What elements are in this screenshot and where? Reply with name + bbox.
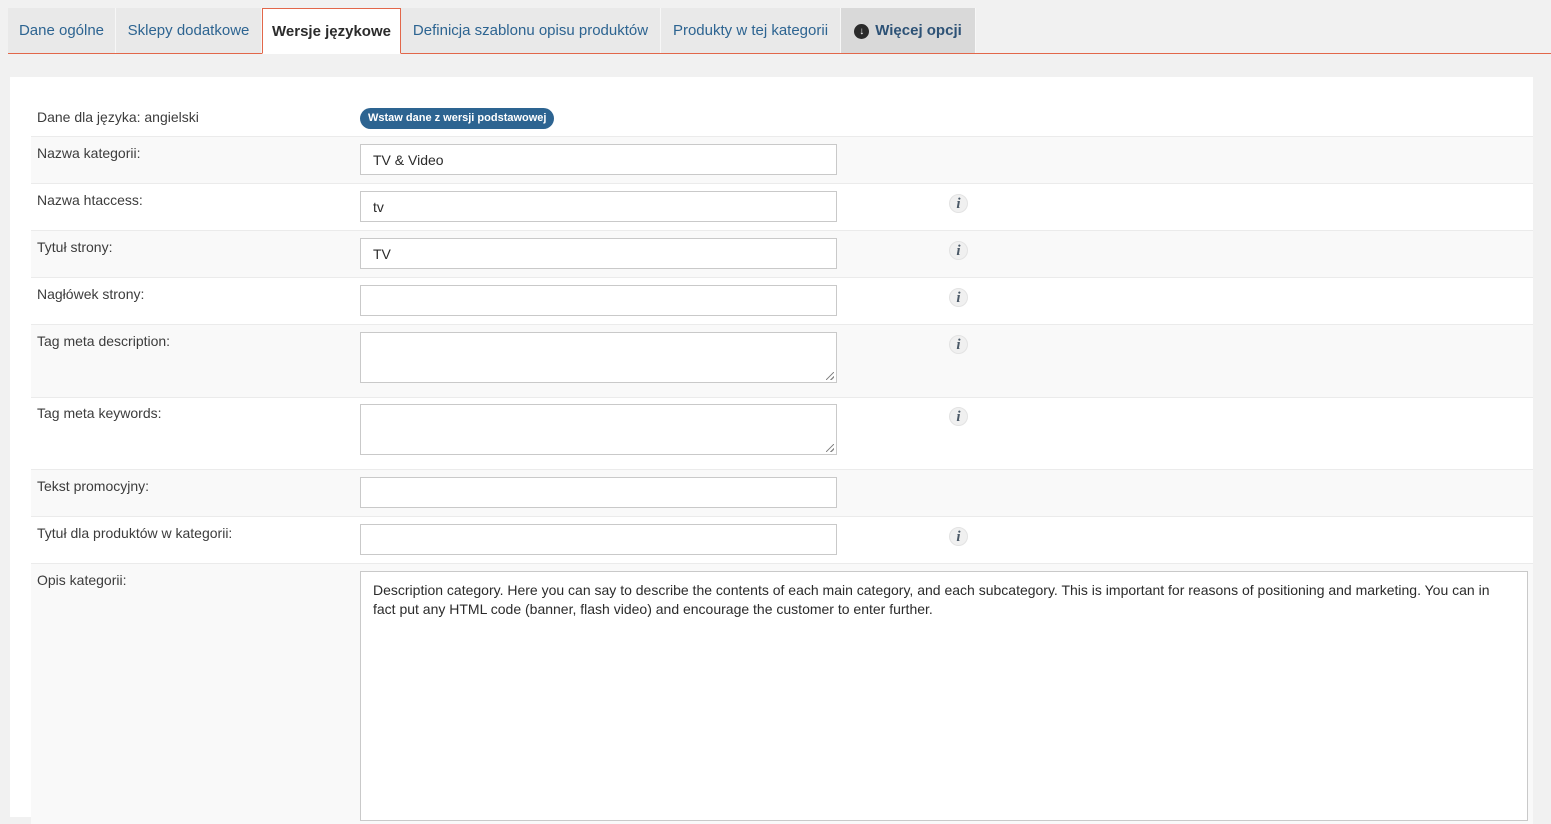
category-name-input[interactable]: TV & Video [360, 144, 837, 175]
form-row-tytul-strony: Tytuł strony: TV i [31, 231, 1533, 278]
info-icon[interactable]: i [949, 527, 968, 546]
tab-wiecej-opcji-label: Więcej opcji [875, 22, 962, 39]
form-row-tytul-produktow: Tytuł dla produktów w kategorii: i [31, 517, 1533, 564]
tab-bar-underline [8, 53, 1551, 54]
language-row: Dane dla języka: angielski Wstaw dane z … [31, 101, 1533, 137]
tab-produkty-w-kategorii[interactable]: Produkty w tej kategorii [661, 8, 841, 53]
insert-base-version-button[interactable]: Wstaw dane z wersji podstawowej [360, 108, 555, 129]
resize-handle-icon[interactable] [826, 444, 834, 452]
tab-wiecej-opcji[interactable]: ↓ Więcej opcji [841, 8, 976, 53]
form-row-opis-kategorii: Opis kategorii: Description category. He… [31, 564, 1533, 824]
info-icon[interactable]: i [949, 335, 968, 354]
field-label: Opis kategorii: [37, 572, 127, 588]
tab-dane-ogolne[interactable]: Dane ogólne [8, 8, 116, 53]
circle-arrow-down-icon: ↓ [854, 24, 870, 39]
page-header-input[interactable] [360, 285, 837, 316]
field-label: Nazwa htaccess: [37, 192, 143, 208]
meta-description-textarea[interactable] [360, 332, 837, 383]
resize-handle-icon[interactable] [826, 372, 834, 380]
field-label: Nagłówek strony: [37, 286, 145, 302]
field-label: Nazwa kategorii: [37, 145, 141, 161]
form-row-meta-description: Tag meta description: i [31, 325, 1533, 398]
page-title-input[interactable]: TV [360, 238, 837, 269]
field-label: Tytuł dla produktów w kategorii: [37, 525, 233, 541]
meta-keywords-textarea[interactable] [360, 404, 837, 455]
field-label: Tag meta keywords: [37, 405, 162, 421]
tab-wersje-jezykowe[interactable]: Wersje językowe [262, 8, 401, 54]
htaccess-name-input[interactable]: tv [360, 191, 837, 222]
form-panel: Dane dla języka: angielski Wstaw dane z … [10, 77, 1533, 824]
field-label: Tekst promocyjny: [37, 478, 150, 494]
product-title-input[interactable] [360, 524, 837, 555]
field-label: Tag meta description: [37, 333, 171, 349]
field-label: Tytuł strony: [37, 239, 113, 255]
form-row-naglowek-strony: Nagłówek strony: i [31, 278, 1533, 325]
tab-definicja-szablonu[interactable]: Definicja szablonu opisu produktów [401, 8, 661, 53]
info-icon[interactable]: i [949, 241, 968, 260]
form-row-tekst-promocyjny: Tekst promocyjny: [31, 470, 1533, 517]
form-row-nazwa-htaccess: Nazwa htaccess: tv i [31, 184, 1533, 231]
info-icon[interactable]: i [949, 407, 968, 426]
tab-sklepy-dodatkowe[interactable]: Sklepy dodatkowe [116, 8, 262, 53]
info-icon[interactable]: i [949, 194, 968, 213]
category-description-editor[interactable]: Description category. Here you can say t… [360, 571, 1528, 821]
tab-bar: Dane ogólne Sklepy dodatkowe Wersje języ… [0, 0, 1551, 54]
promo-text-input[interactable] [360, 477, 837, 508]
info-icon[interactable]: i [949, 288, 968, 307]
form-row-nazwa-kategorii: Nazwa kategorii: TV & Video [31, 137, 1533, 184]
form-row-meta-keywords: Tag meta keywords: i [31, 397, 1533, 470]
language-label: Dane dla języka: angielski [37, 109, 199, 125]
